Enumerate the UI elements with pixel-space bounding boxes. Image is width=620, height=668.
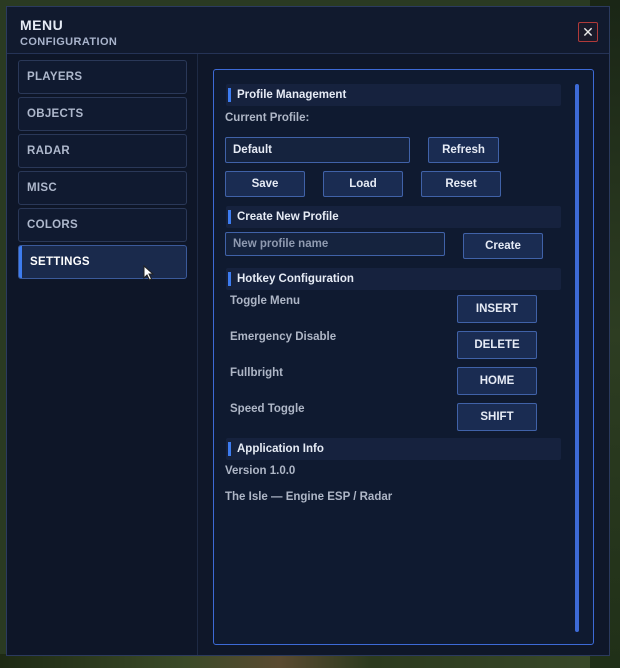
profile-select[interactable]: Default — [225, 137, 410, 163]
hotkey-button-speed-toggle[interactable]: SHIFT — [457, 403, 537, 431]
window-title: MENU — [20, 17, 64, 33]
sidebar-item-settings[interactable]: SETTINGS — [18, 245, 187, 279]
section-header-profile: Profile Management — [226, 84, 561, 106]
sidebar: PLAYERS OBJECTS RADAR MISC COLORS SETTIN… — [7, 54, 198, 655]
section-title: Hotkey Configuration — [237, 273, 354, 285]
close-button[interactable]: ✕ — [578, 22, 598, 42]
reset-button[interactable]: Reset — [421, 171, 501, 197]
cursor-icon — [143, 265, 155, 281]
settings-panel: Profile Management Current Profile: Defa… — [213, 69, 594, 645]
sidebar-item-misc[interactable]: MISC — [18, 171, 187, 205]
config-window: MENU CONFIGURATION ✕ PLAYERS OBJECTS RAD… — [6, 6, 610, 656]
background-scene-bottom — [0, 654, 620, 668]
hotkey-label-emergency-disable: Emergency Disable — [230, 331, 337, 343]
save-button[interactable]: Save — [225, 171, 305, 197]
section-title: Profile Management — [237, 89, 347, 101]
new-profile-name-input[interactable] — [225, 232, 445, 256]
hotkey-label-fullbright: Fullbright — [230, 367, 284, 379]
hotkey-label-toggle-menu: Toggle Menu — [230, 295, 301, 307]
sidebar-item-label: COLORS — [27, 219, 78, 231]
hotkey-button-toggle-menu[interactable]: INSERT — [457, 295, 537, 323]
refresh-button[interactable]: Refresh — [428, 137, 499, 163]
sidebar-item-radar[interactable]: RADAR — [18, 134, 187, 168]
title-bar: MENU CONFIGURATION ✕ — [7, 7, 609, 54]
create-button[interactable]: Create — [463, 233, 543, 259]
sidebar-item-colors[interactable]: COLORS — [18, 208, 187, 242]
window-subtitle: CONFIGURATION — [20, 36, 118, 48]
section-header-hotkeys: Hotkey Configuration — [226, 268, 561, 290]
app-description-text: The Isle — Engine ESP / Radar — [225, 491, 393, 503]
section-title: Application Info — [237, 443, 324, 455]
section-header-create: Create New Profile — [226, 206, 561, 228]
scrollbar[interactable] — [575, 84, 579, 632]
section-title: Create New Profile — [237, 211, 339, 223]
sidebar-item-objects[interactable]: OBJECTS — [18, 97, 187, 131]
sidebar-item-label: OBJECTS — [27, 108, 84, 120]
close-icon: ✕ — [582, 24, 594, 40]
hotkey-label-speed-toggle: Speed Toggle — [230, 403, 305, 415]
load-button[interactable]: Load — [323, 171, 403, 197]
hotkey-button-fullbright[interactable]: HOME — [457, 367, 537, 395]
sidebar-item-label: PLAYERS — [27, 71, 83, 83]
sidebar-item-label: MISC — [27, 182, 57, 194]
hotkey-button-emergency-disable[interactable]: DELETE — [457, 331, 537, 359]
sidebar-item-label: SETTINGS — [30, 256, 90, 268]
sidebar-item-players[interactable]: PLAYERS — [18, 60, 187, 94]
section-header-info: Application Info — [226, 438, 561, 460]
current-profile-label: Current Profile: — [225, 112, 310, 124]
sidebar-item-label: RADAR — [27, 145, 71, 157]
version-text: Version 1.0.0 — [225, 465, 296, 477]
